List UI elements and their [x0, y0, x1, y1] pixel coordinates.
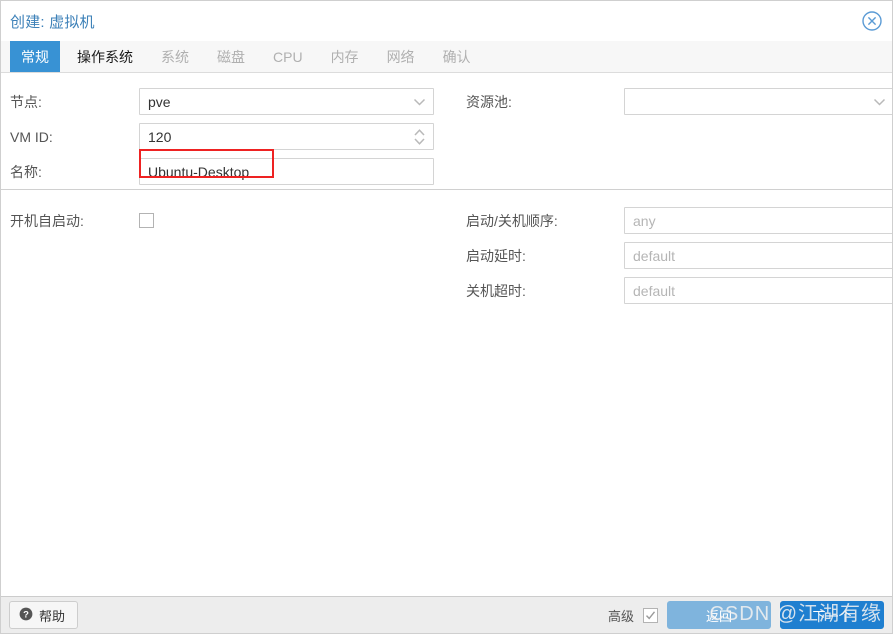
form-row-name: 名称: Ubuntu-Desktop — [1, 154, 892, 189]
node-select[interactable]: pve — [139, 88, 434, 115]
back-button[interactable]: 返回 — [667, 601, 771, 629]
chevron-down-icon — [873, 97, 886, 106]
tab-confirm[interactable]: 确认 — [432, 41, 482, 72]
form-row-shutdown-timeout: 关机超时: default — [1, 273, 892, 308]
chevron-down-icon — [413, 97, 426, 106]
tab-memory[interactable]: 内存 — [320, 41, 370, 72]
svg-text:?: ? — [23, 609, 29, 620]
start-order-input[interactable]: any — [624, 207, 892, 234]
node-value: pve — [148, 93, 171, 110]
shutdown-timeout-placeholder: default — [633, 282, 676, 299]
tab-disks[interactable]: 磁盘 — [206, 41, 256, 72]
tab-disks-label: 磁盘 — [217, 48, 245, 65]
advanced-checkbox[interactable] — [643, 607, 658, 623]
tab-cpu-label: CPU — [273, 48, 303, 65]
advanced-label: 高级 — [607, 608, 634, 624]
tab-confirm-label: 确认 — [442, 48, 471, 65]
pool-select[interactable] — [624, 88, 892, 115]
node-field-group: 节点: pve — [1, 88, 450, 115]
vmid-input[interactable]: 120 — [139, 123, 434, 150]
spinner-updown-icon[interactable] — [413, 128, 426, 146]
pool-field-group: 资源池: — [450, 88, 892, 115]
footer-actions: 高级 返回 下一个 — [608, 601, 884, 629]
back-button-label: 返回 — [705, 608, 732, 624]
general-form: 节点: pve 资源池: VM ID: 120 名称: Ubuntu-Deskt… — [1, 73, 892, 308]
start-order-placeholder: any — [633, 212, 656, 229]
pool-label: 资源池: — [466, 93, 512, 110]
name-label: 名称: — [10, 163, 42, 180]
startup-delay-input[interactable]: default — [624, 242, 892, 269]
vmid-label: VM ID: — [10, 128, 53, 145]
startup-delay-label: 启动延时: — [466, 247, 526, 264]
wizard-tabbar: 常规 操作系统 系统 磁盘 CPU 内存 网络 确认 — [1, 41, 892, 73]
tab-system[interactable]: 系统 — [150, 41, 200, 72]
name-value: Ubuntu-Desktop — [148, 163, 250, 180]
shutdown-timeout-label: 关机超时: — [466, 282, 526, 299]
help-button-label: 帮助 — [39, 608, 66, 624]
tab-os[interactable]: 操作系统 — [66, 41, 144, 72]
section-divider — [1, 189, 892, 190]
tab-general[interactable]: 常规 — [10, 41, 60, 72]
name-input[interactable]: Ubuntu-Desktop — [139, 158, 434, 185]
tab-general-label: 常规 — [21, 48, 49, 65]
tab-network-label: 网络 — [386, 48, 415, 65]
start-order-group: 启动/关机顺序: any — [450, 207, 892, 234]
name-field-group: 名称: Ubuntu-Desktop — [1, 158, 450, 185]
dialog-footer: ? 帮助 高级 返回 下一个 CSDN @江湖有缘 — [1, 596, 892, 633]
dialog-titlebar: 创建: 虚拟机 — [1, 1, 892, 41]
dialog-content: 节点: pve 资源池: VM ID: 120 名称: Ubuntu-Deskt… — [1, 73, 892, 596]
startup-delay-placeholder: default — [633, 247, 676, 264]
tab-network[interactable]: 网络 — [376, 41, 426, 72]
vmid-field-group: VM ID: 120 — [1, 123, 450, 150]
shutdown-timeout-input[interactable]: default — [624, 277, 892, 304]
tab-system-label: 系统 — [161, 48, 189, 65]
close-icon[interactable] — [861, 10, 883, 32]
start-order-label: 启动/关机顺序: — [466, 212, 558, 229]
vmid-value: 120 — [148, 128, 172, 145]
startup-delay-group: 启动延时: default — [450, 242, 892, 269]
question-mark-icon: ? — [19, 607, 33, 624]
next-button[interactable]: 下一个 — [780, 601, 884, 629]
start-at-boot-group: 开机自启动: — [1, 211, 450, 231]
start-at-boot-checkbox[interactable] — [139, 213, 154, 228]
form-row-startup-delay: 启动延时: default — [1, 238, 892, 273]
next-button-label: 下一个 — [812, 608, 852, 624]
tab-os-label: 操作系统 — [77, 48, 133, 65]
start-at-boot-label: 开机自启动: — [10, 212, 84, 229]
help-button[interactable]: ? 帮助 — [9, 601, 79, 629]
dialog-title: 创建: 虚拟机 — [10, 13, 95, 31]
tab-memory-label: 内存 — [330, 48, 359, 65]
form-row-boot-order: 开机自启动: 启动/关机顺序: any — [1, 203, 892, 238]
form-row-vmid: VM ID: 120 — [1, 119, 892, 154]
node-label: 节点: — [10, 93, 42, 110]
form-row-node-pool: 节点: pve 资源池: — [1, 84, 892, 119]
tab-cpu[interactable]: CPU — [262, 41, 314, 72]
shutdown-timeout-group: 关机超时: default — [450, 277, 892, 304]
create-vm-dialog: 创建: 虚拟机 常规 操作系统 系统 磁盘 CPU 内存 网络 确认 节点: p… — [0, 0, 893, 634]
